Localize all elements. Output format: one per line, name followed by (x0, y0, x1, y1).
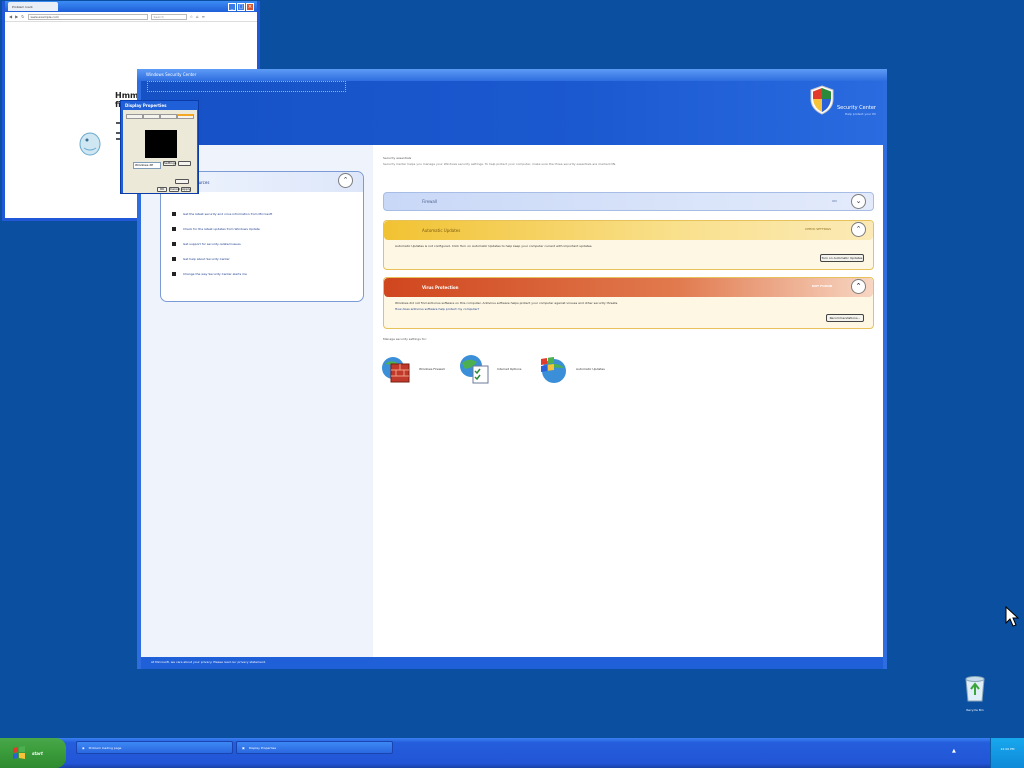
updates-title: Automatic Updates (422, 228, 461, 233)
virus-help-link[interactable]: How does antivirus software help protect… (395, 307, 835, 311)
maximize-button[interactable]: □ (237, 2, 245, 11)
windows-logo-icon (13, 746, 25, 759)
settings-button[interactable]: Settings (163, 161, 176, 166)
preview-button[interactable] (178, 161, 191, 166)
bullet-icon (172, 227, 176, 231)
resource-item[interactable]: Get support for security-related issues (172, 242, 241, 246)
taskbar-item-display[interactable]: ▣ Display Properties (236, 741, 393, 754)
tool-label: Automatic Updates (576, 367, 605, 371)
taskbar-item-browser[interactable]: ◉ Problem loading page (76, 741, 233, 754)
security-center-window[interactable]: Windows Security Center Security Center … (137, 69, 887, 669)
cancel-button[interactable]: Cancel (169, 187, 180, 192)
updates-status: CHECK SETTINGS (805, 227, 832, 231)
security-center-titlebar[interactable]: Windows Security Center (137, 69, 887, 81)
firewall-header[interactable]: Firewall ON ⌄ (383, 192, 874, 211)
power-button[interactable] (175, 179, 189, 184)
dialog-tabs (126, 114, 194, 119)
intro-text: Security essentials Security Center help… (383, 156, 617, 166)
dialog-tab[interactable] (126, 114, 143, 119)
recycle-bin-icon (965, 676, 985, 702)
url-input[interactable]: www.example.com (27, 13, 148, 20)
manage-label: Manage security settings for: (383, 337, 427, 341)
search-input[interactable]: Search (150, 13, 187, 20)
browser-titlebar[interactable]: Problem loadi _ □ × (5, 1, 257, 12)
virus-header[interactable]: Virus Protection NOT FOUND ⌃ (384, 278, 873, 297)
collapse-up-button[interactable]: ⌃ (851, 222, 866, 237)
screensaver-select[interactable]: Windows XP (133, 162, 161, 169)
virus-description: Windows did not find antivirus software … (395, 301, 619, 305)
turn-on-updates-button[interactable]: Turn on Automatic Updates (820, 254, 864, 262)
collapse-up-button[interactable]: ⌃ (851, 279, 866, 294)
start-button[interactable]: start (0, 738, 66, 768)
minimize-button[interactable]: _ (228, 2, 236, 11)
clock[interactable]: 12:00 PM (991, 747, 1024, 751)
updates-description: Automatic Updates is not configured. Cli… (395, 244, 593, 248)
firewall-icon (382, 357, 410, 383)
internet-options-icon (460, 355, 489, 384)
back-icon[interactable]: ◀ (9, 14, 12, 19)
display-properties-dialog[interactable]: Display Properties Windows XP Settings O… (120, 100, 199, 194)
recycle-bin[interactable]: Recycle Bin (960, 673, 990, 713)
updates-header[interactable]: Automatic Updates CHECK SETTINGS ⌃ (384, 221, 873, 240)
resource-item[interactable]: Check for the latest updates from Window… (172, 227, 260, 231)
resource-item[interactable]: Get help about Security Center (172, 257, 230, 261)
expand-down-button[interactable]: ⌄ (851, 194, 866, 209)
bullet-icon (172, 242, 176, 246)
tool-label: Windows Firewall (419, 367, 445, 371)
dinosaur-error-icon (79, 132, 101, 156)
display-icon: ▣ (242, 745, 245, 750)
resource-item[interactable]: Change the way Security Center alerts me (172, 272, 247, 276)
system-tray: 12:00 PM (990, 738, 1024, 768)
privacy-footer[interactable]: At Microsoft, we care about your privacy… (141, 657, 883, 669)
brand-title: Security Center (837, 105, 876, 111)
bullet-icon (172, 272, 176, 276)
virus-title: Virus Protection (422, 285, 459, 290)
bullet-icon (172, 212, 176, 216)
tool-windows-firewall[interactable]: Windows Firewall (381, 354, 445, 384)
forward-icon[interactable]: ▶ (15, 14, 18, 19)
security-center-header: Security Center Help protect your PC (141, 81, 883, 145)
right-pane: Security essentials Security Center help… (373, 145, 883, 657)
resource-item[interactable]: Get the latest security and virus inform… (172, 212, 272, 216)
shield-icon (810, 85, 834, 115)
tool-label: Internet Options (497, 367, 522, 371)
virus-status: NOT FOUND (812, 284, 833, 288)
windows-update-icon (541, 357, 566, 383)
ok-button[interactable]: OK (157, 187, 167, 192)
brand-subtitle: Help protect your PC (845, 112, 877, 116)
close-button[interactable]: × (246, 2, 254, 11)
mouse-cursor-icon (1005, 606, 1019, 627)
dialog-tab[interactable] (143, 114, 160, 119)
home-icon[interactable]: ⌂ (196, 14, 199, 19)
bullet-icon (172, 257, 176, 261)
apply-button[interactable]: Apply (181, 187, 191, 192)
collapse-up-button[interactable]: ⌃ (338, 173, 353, 188)
bookmark-icon[interactable]: ☆ (190, 14, 194, 19)
recycle-bin-label: Recycle Bin (966, 708, 984, 712)
left-pane: Resources ⌃ Get the latest security and … (141, 145, 373, 657)
firewall-panel[interactable]: Firewall ON ⌄ (383, 192, 874, 211)
browser-tab[interactable]: Problem loadi (8, 2, 58, 11)
tray-expand-icon[interactable]: ▲ (952, 748, 956, 754)
browser-navbar: ◀ ▶ ↻ www.example.com Search ☆ ⌂ ≡ (5, 12, 257, 22)
dialog-title[interactable]: Display Properties (121, 101, 198, 109)
updates-panel: Automatic Updates CHECK SETTINGS ⌃ Autom… (383, 220, 874, 270)
tool-automatic-updates[interactable]: Automatic Updates (538, 354, 605, 384)
dialog-tab[interactable] (160, 114, 177, 119)
recommendations-button[interactable]: Recommendations... (826, 314, 864, 322)
reload-icon[interactable]: ↻ (21, 14, 24, 19)
dialog-body: Windows XP Settings OK Cancel Apply (123, 110, 197, 193)
focus-rectangle (147, 81, 346, 92)
menu-icon[interactable]: ≡ (202, 14, 205, 19)
virus-panel: Virus Protection NOT FOUND ⌃ Windows did… (383, 277, 874, 329)
firewall-status: ON (832, 199, 837, 203)
tool-internet-options[interactable]: Internet Options (459, 354, 521, 384)
monitor-preview (145, 130, 177, 158)
firewall-title: Firewall (422, 199, 438, 204)
taskbar: start ◉ Problem loading page ▣ Display Pro… (0, 738, 1024, 768)
browser-icon: ◉ (82, 745, 85, 750)
dialog-tab[interactable] (177, 114, 194, 119)
